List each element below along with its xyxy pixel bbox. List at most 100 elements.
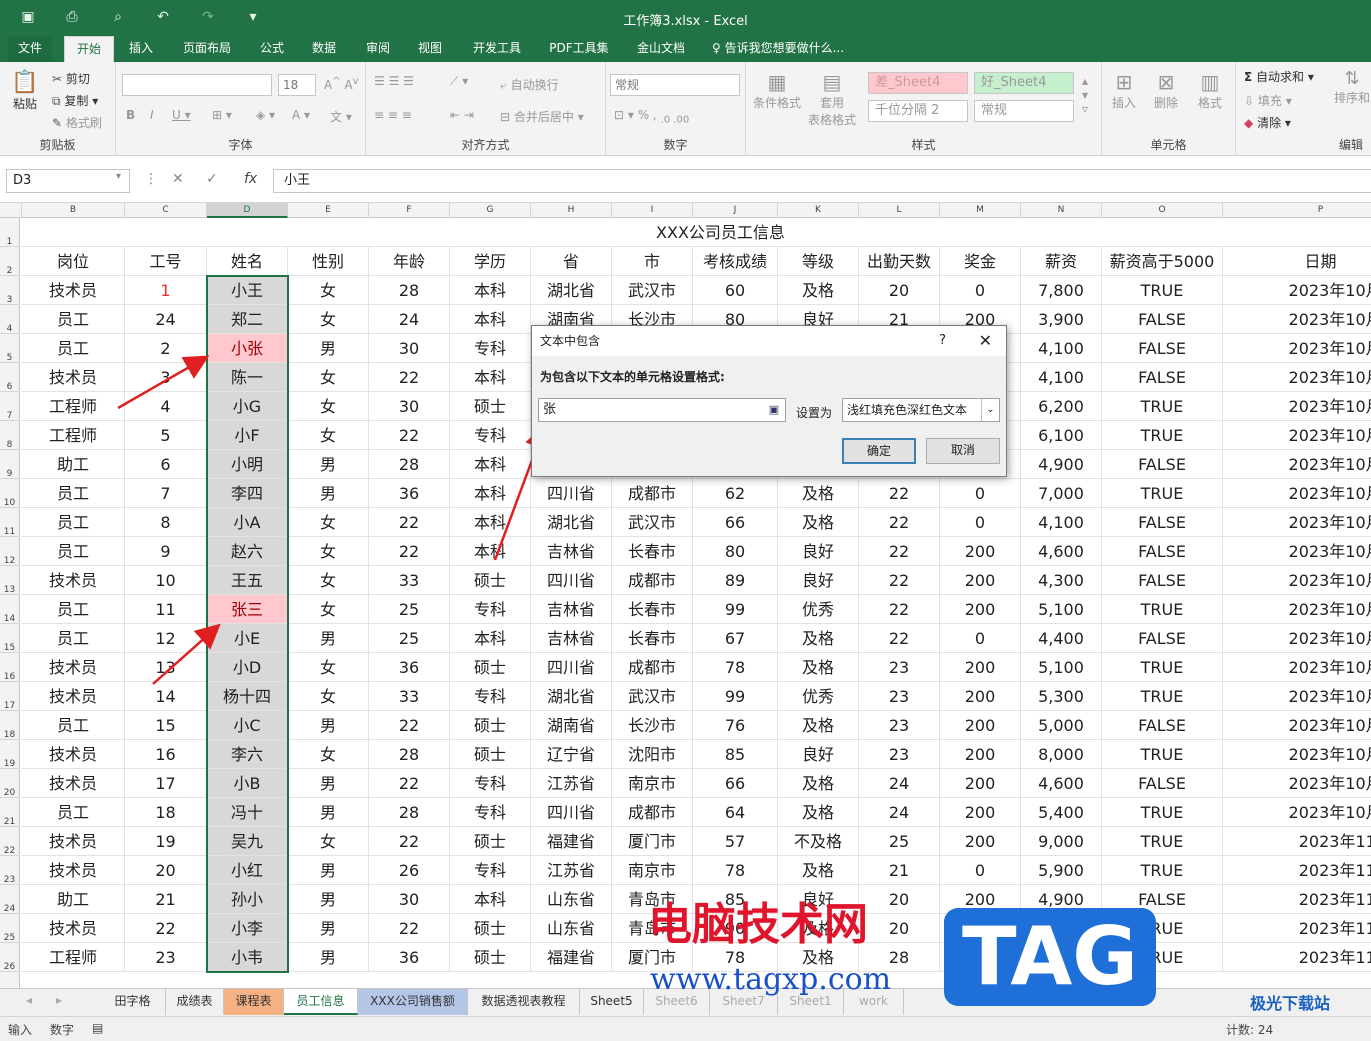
format-as-table-button[interactable]: ▤ 套用 表格格式 xyxy=(804,70,860,128)
table-cell[interactable]: 员工 xyxy=(22,479,125,508)
row-header-25[interactable]: 25 xyxy=(0,914,20,943)
table-cell[interactable]: 男 xyxy=(288,624,369,653)
table-cell[interactable]: 22 xyxy=(859,624,940,653)
format-painter-button[interactable]: ✎ 格式刷 xyxy=(52,114,102,131)
table-cell[interactable]: 长春市 xyxy=(612,595,693,624)
table-cell[interactable]: TRUE xyxy=(1102,653,1223,682)
table-cell[interactable]: 良好 xyxy=(778,885,859,914)
table-cell[interactable]: 技术员 xyxy=(22,276,125,305)
column-header-j[interactable]: J xyxy=(693,203,778,218)
format-cells-button[interactable]: ▥ 格式 xyxy=(1198,70,1222,111)
table-cell[interactable]: TRUE xyxy=(1102,856,1223,885)
table-cell[interactable]: 200 xyxy=(940,798,1021,827)
table-cell[interactable]: 厦门市 xyxy=(612,827,693,856)
table-cell[interactable]: 16 xyxy=(125,740,207,769)
table-cell[interactable]: 5,100 xyxy=(1021,595,1102,624)
table-cell[interactable]: 22 xyxy=(369,537,450,566)
header-cell[interactable]: 日期 xyxy=(1223,247,1371,276)
column-header-n[interactable]: N xyxy=(1021,203,1102,218)
sheet-tab[interactable]: Sheet1 xyxy=(778,989,844,1015)
sheet-tab[interactable]: 成绩表 xyxy=(166,989,224,1015)
font-grow-button[interactable]: A^ Av xyxy=(324,76,359,92)
table-cell[interactable]: 福建省 xyxy=(531,943,612,972)
table-cell[interactable]: FALSE xyxy=(1102,566,1223,595)
row-header-2[interactable]: 2 xyxy=(0,247,20,276)
merge-center-button[interactable]: ⊟ 合并后居中 ▾ xyxy=(500,108,584,125)
table-cell[interactable]: 200 xyxy=(940,653,1021,682)
row-header-22[interactable]: 22 xyxy=(0,827,20,856)
table-cell[interactable]: 工程师 xyxy=(22,943,125,972)
table-cell[interactable]: 男 xyxy=(288,450,369,479)
table-cell[interactable]: 22 xyxy=(369,421,450,450)
table-cell[interactable]: 7 xyxy=(125,479,207,508)
table-cell[interactable]: 200 xyxy=(940,885,1021,914)
table-cell[interactable]: 5,000 xyxy=(1021,711,1102,740)
table-cell[interactable]: 24 xyxy=(859,798,940,827)
table-cell[interactable]: 28 xyxy=(369,276,450,305)
table-cell[interactable]: 男 xyxy=(288,885,369,914)
table-cell[interactable]: FALSE xyxy=(1102,450,1223,479)
table-cell[interactable]: 长春市 xyxy=(612,537,693,566)
table-cell[interactable]: 24 xyxy=(369,305,450,334)
table-cell[interactable]: 67 xyxy=(693,624,778,653)
table-cell[interactable]: 厦门市 xyxy=(612,943,693,972)
table-cell[interactable]: 4,100 xyxy=(1021,334,1102,363)
table-cell[interactable]: 不及格 xyxy=(778,827,859,856)
header-cell[interactable]: 市 xyxy=(612,247,693,276)
header-cell[interactable]: 性别 xyxy=(288,247,369,276)
table-cell[interactable]: 本科 xyxy=(450,276,531,305)
table-cell[interactable]: 62 xyxy=(693,479,778,508)
tab-home[interactable]: 开始 xyxy=(64,36,114,62)
table-cell[interactable]: 13 xyxy=(125,653,207,682)
row-header-20[interactable]: 20 xyxy=(0,769,20,798)
table-cell[interactable]: FALSE xyxy=(1102,885,1223,914)
table-cell[interactable]: 21 xyxy=(859,856,940,885)
cancel-button[interactable]: 取消 xyxy=(926,438,1000,464)
row-header-11[interactable]: 11 xyxy=(0,508,20,537)
table-cell[interactable]: 工程师 xyxy=(22,392,125,421)
table-cell[interactable]: 员工 xyxy=(22,595,125,624)
table-cell[interactable]: 6,000 xyxy=(1021,914,1102,943)
table-cell[interactable]: 吉林省 xyxy=(531,595,612,624)
phonetic-button[interactable]: 文 ▾ xyxy=(330,108,352,125)
table-cell[interactable]: 员工 xyxy=(22,508,125,537)
column-header-f[interactable]: F xyxy=(369,203,450,218)
table-cell[interactable]: 28 xyxy=(859,943,940,972)
table-cell[interactable]: FALSE xyxy=(1102,334,1223,363)
row-header-24[interactable]: 24 xyxy=(0,885,20,914)
table-cell[interactable]: 0 xyxy=(940,276,1021,305)
table-cell[interactable]: 优秀 xyxy=(778,595,859,624)
table-cell[interactable]: 2023年11月2日 xyxy=(1223,856,1371,885)
table-cell[interactable]: 女 xyxy=(288,392,369,421)
table-cell[interactable]: 男 xyxy=(288,479,369,508)
table-cell[interactable]: 4,900 xyxy=(1021,885,1102,914)
table-cell[interactable]: TRUE xyxy=(1102,595,1223,624)
name-box-dropdown-icon[interactable]: ▾ xyxy=(116,171,121,182)
table-cell[interactable]: 技术员 xyxy=(22,682,125,711)
tell-me-search[interactable]: ♀ 告诉我您想要做什么... xyxy=(712,36,844,62)
table-cell[interactable]: 4 xyxy=(125,392,207,421)
row-header-13[interactable]: 13 xyxy=(0,566,20,595)
table-cell[interactable]: 22 xyxy=(859,595,940,624)
underline-button[interactable]: U ▾ xyxy=(172,108,191,122)
font-size-select[interactable]: 18 xyxy=(278,74,316,96)
table-cell[interactable]: 技术员 xyxy=(22,740,125,769)
table-cell[interactable]: 湖北省 xyxy=(531,276,612,305)
header-cell[interactable]: 年龄 xyxy=(369,247,450,276)
table-cell[interactable]: TRUE xyxy=(1102,421,1223,450)
column-header-k[interactable]: K xyxy=(778,203,859,218)
table-cell[interactable]: 冯十 xyxy=(207,798,288,827)
row-header-19[interactable]: 19 xyxy=(0,740,20,769)
table-cell[interactable]: 及格 xyxy=(778,711,859,740)
table-cell[interactable]: 33 xyxy=(369,682,450,711)
table-cell[interactable]: 2023年11月1日 xyxy=(1223,827,1371,856)
table-cell[interactable]: 女 xyxy=(288,595,369,624)
table-cell[interactable]: 78 xyxy=(693,856,778,885)
table-cell[interactable]: 技术员 xyxy=(22,914,125,943)
table-cell[interactable]: 四川省 xyxy=(531,566,612,595)
header-cell[interactable]: 考核成绩 xyxy=(693,247,778,276)
table-cell[interactable]: 2023年11月5日 xyxy=(1223,943,1371,972)
table-cell[interactable]: 5,300 xyxy=(1021,682,1102,711)
table-cell[interactable]: 硕士 xyxy=(450,740,531,769)
ok-button[interactable]: 确定 xyxy=(842,438,916,464)
